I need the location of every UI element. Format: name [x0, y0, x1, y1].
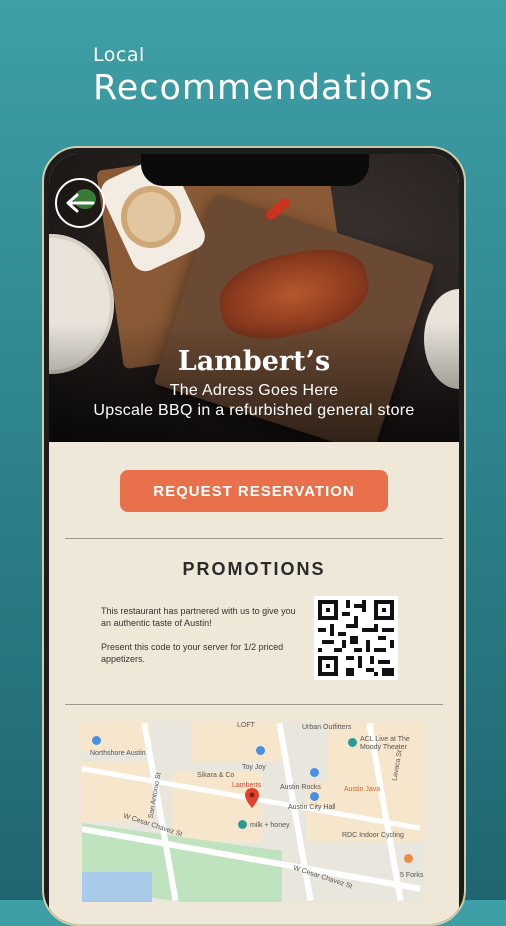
map-label-java: Austin Java: [344, 786, 381, 793]
promotion-description: This restaurant has partnered with us to…: [101, 605, 301, 677]
page-header: Local Recommendations: [93, 44, 434, 108]
map-label-acl: ACL Live at The Moody Theater: [360, 736, 410, 751]
map-poi-pin: [238, 820, 247, 829]
map-label-northshore: Northshore Austin: [90, 750, 146, 757]
map-label-austin-rocks: Austin Rocks: [280, 784, 321, 791]
map-poi-pin: [348, 738, 357, 747]
divider-bottom: [65, 704, 443, 705]
map-water: [82, 872, 152, 902]
map-poi-pin: [310, 792, 319, 801]
map-pin-icon: [245, 788, 259, 808]
qr-code: [314, 596, 398, 680]
request-reservation-button[interactable]: REQUEST RESERVATION: [120, 470, 388, 512]
map-label-urban: Urban Outfitters: [302, 724, 352, 731]
phone-notch: [141, 154, 369, 186]
map-label-rdc: RDC Indoor Cycling: [342, 832, 404, 839]
map-poi-pin: [92, 736, 101, 745]
map-poi-pin: [404, 854, 413, 863]
restaurant-name: Lambert’s: [177, 346, 331, 377]
map-label-forks: 5 Forks: [400, 872, 424, 879]
restaurant-address: The Adress Goes Here: [169, 382, 339, 399]
divider-top: [65, 538, 443, 539]
map-label-city-hall: Austin City Hall: [288, 804, 336, 811]
bread-slice: [121, 186, 181, 248]
location-map[interactable]: LOFT Northshore Austin Urban Outfitters …: [82, 722, 426, 902]
promo-text-partner: This restaurant has partnered with us to…: [101, 606, 296, 628]
promotions-title: PROMOTIONS: [182, 559, 326, 579]
map-poi-pin: [310, 768, 319, 777]
map-poi-pin: [256, 746, 265, 755]
back-button[interactable]: [55, 178, 105, 228]
map-label-sikara: Sikara & Co: [197, 772, 235, 779]
header-title: Recommendations: [93, 68, 434, 108]
back-arrow-icon: [66, 193, 95, 213]
restaurant-tagline: Upscale BBQ in a refurbished general sto…: [93, 402, 415, 419]
restaurant-info: Lambert’s The Adress Goes Here Upscale B…: [49, 346, 459, 420]
map-label-milk: milk + honey: [250, 822, 290, 829]
promo-text-offer: Present this code to your server for 1/2…: [101, 642, 284, 664]
map-label-loft: LOFT: [237, 722, 255, 729]
phone-frame: Lambert’s The Adress Goes Here Upscale B…: [42, 146, 466, 926]
map-label-toy: Toy Joy: [242, 764, 266, 771]
qr-code-icon: [314, 596, 398, 680]
header-subtitle: Local: [93, 44, 145, 66]
restaurant-hero-image: Lambert’s The Adress Goes Here Upscale B…: [49, 154, 459, 442]
phone-screen: Lambert’s The Adress Goes Here Upscale B…: [49, 154, 459, 924]
